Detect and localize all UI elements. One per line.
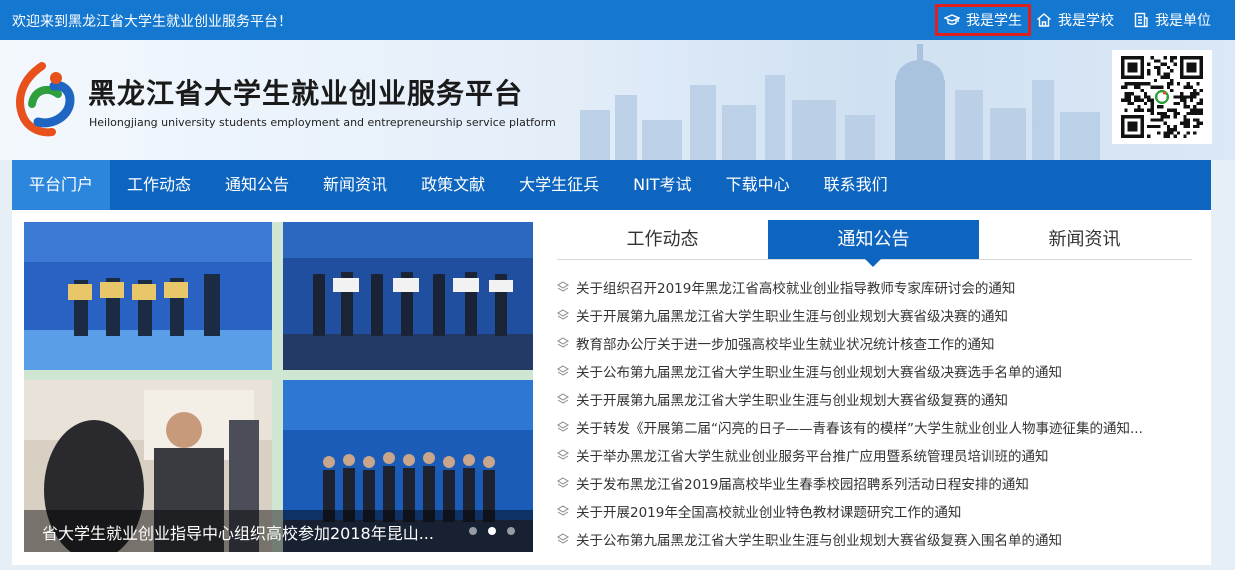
news-item[interactable]: 关于组织召开2019年黑龙江省高校就业创业指导教师专家库研讨会的通知 [557,273,1192,301]
tab-2[interactable]: 新闻资讯 [979,220,1190,259]
news-tabs: 工作动态 通知公告 新闻资讯 [557,220,1192,267]
qr-code-icon [1121,56,1203,138]
news-item[interactable]: 关于公布第九届黑龙江省大学生职业生涯与创业规划大赛省级复赛入围名单的通知 [557,525,1192,553]
news-item-title: 教育部办公厅关于进一步加强高校毕业生就业状况统计核查工作的通知 [576,337,995,353]
school-link-label: 我是学校 [1058,13,1114,29]
building-document-icon [1134,12,1148,28]
photo-slider[interactable]: 省大学生就业创业指导中心组织高校参加2018年昆山... [24,222,533,552]
news-item[interactable]: 教育部办公厅关于进一步加强高校毕业生就业状况统计核查工作的通知 [557,329,1192,357]
news-item-title: 关于组织召开2019年黑龙江省高校就业创业指导教师专家库研讨会的通知 [576,281,1016,297]
diamond-bullet-icon [557,365,569,376]
city-skyline-illustration [580,44,1100,160]
top-bar: 欢迎来到黑龙江省大学生就业创业服务平台！ 我是学生 我是学校 我是单位 [0,0,1235,40]
student-link[interactable]: 我是学生 [935,4,1031,36]
diamond-bullet-icon [557,477,569,488]
nav-item-2[interactable]: 通知公告 [208,160,306,210]
diamond-bullet-icon [557,533,569,544]
nav-item-6[interactable]: NIT考试 [616,160,708,210]
nav-item-1[interactable]: 工作动态 [110,160,208,210]
diamond-bullet-icon [557,309,569,320]
news-item[interactable]: 关于开展2019年全国高校就业创业特色教材课题研究工作的通知 [557,497,1192,525]
slider-dot[interactable] [469,527,477,535]
news-item-title: 关于转发《开展第二届“闪亮的日子——青春该有的模样”大学生就业创业人物事迹征集的… [576,421,1143,437]
slider-caption-bar: 省大学生就业创业指导中心组织高校参加2018年昆山... [24,510,533,552]
site-header: 黑龙江省大学生就业创业服务平台 Heilongjiang university … [0,40,1235,160]
student-link-label: 我是学生 [966,13,1022,29]
news-item[interactable]: 关于开展第九届黑龙江省大学生职业生涯与创业规划大赛省级复赛的通知 [557,385,1192,413]
school-house-icon [1037,13,1051,27]
nav-item-3[interactable]: 新闻资讯 [306,160,404,210]
news-item-title: 关于发布黑龙江省2019届高校毕业生春季校园招聘系列活动日程安排的通知 [576,477,1029,493]
slider-caption[interactable]: 省大学生就业创业指导中心组织高校参加2018年昆山... [42,520,442,544]
site-subtitle: Heilongjiang university students employm… [89,116,556,129]
school-link[interactable]: 我是学校 [1030,4,1120,36]
site-title: 黑龙江省大学生就业创业服务平台 [88,77,524,110]
qr-code [1112,50,1212,144]
diamond-bullet-icon [557,449,569,460]
slide-photo-group-certificates [283,222,533,370]
diamond-bullet-icon [557,505,569,516]
slider-dot[interactable] [507,527,515,535]
news-item-title: 关于开展第九届黑龙江省大学生职业生涯与创业规划大赛省级复赛的通知 [576,393,1008,409]
slide-photo-award-stage [24,222,272,370]
employer-link-label: 我是单位 [1155,13,1211,29]
diamond-bullet-icon [557,337,569,348]
employer-link[interactable]: 我是单位 [1127,4,1217,36]
welcome-text: 欢迎来到黑龙江省大学生就业创业服务平台！ [12,14,292,30]
news-item[interactable]: 关于发布黑龙江省2019届高校毕业生春季校园招聘系列活动日程安排的通知 [557,469,1192,497]
nav-item-7[interactable]: 下载中心 [709,160,807,210]
news-item[interactable]: 关于转发《开展第二届“闪亮的日子——青春该有的模样”大学生就业创业人物事迹征集的… [557,413,1192,441]
nav-item-8[interactable]: 联系我们 [807,160,905,210]
diamond-bullet-icon [557,421,569,432]
diamond-bullet-icon [557,281,569,292]
slider-dot[interactable] [488,527,496,535]
news-item[interactable]: 关于公布第九届黑龙江省大学生职业生涯与创业规划大赛省级决赛选手名单的通知 [557,357,1192,385]
news-item-title: 关于举办黑龙江省大学生就业创业服务平台推广应用暨系统管理员培训班的通知 [576,449,1049,465]
news-item-title: 关于公布第九届黑龙江省大学生职业生涯与创业规划大赛省级复赛入围名单的通知 [576,533,1062,549]
news-item-title: 关于开展2019年全国高校就业创业特色教材课题研究工作的通知 [576,505,962,521]
news-item-title: 关于开展第九届黑龙江省大学生职业生涯与创业规划大赛省级决赛的通知 [576,309,1008,325]
nav-item-0[interactable]: 平台门户 [12,160,111,210]
news-list: 关于组织召开2019年黑龙江省高校就业创业指导教师专家库研讨会的通知 关于开展第九… [557,273,1192,553]
tab-0[interactable]: 工作动态 [557,220,768,259]
platform-logo-icon [16,62,75,137]
tab-1[interactable]: 通知公告 [768,220,979,267]
news-item[interactable]: 关于举办黑龙江省大学生就业创业服务平台推广应用暨系统管理员培训班的通知 [557,441,1192,469]
nav-item-4[interactable]: 政策文献 [404,160,502,210]
slider-dots [469,527,515,535]
main-nav: 平台门户 工作动态 通知公告 新闻资讯 政策文献 大学生征兵 NIT考试 下载中心 联系我们 [12,160,1211,210]
diamond-bullet-icon [557,393,569,404]
nav-item-5[interactable]: 大学生征兵 [502,160,616,210]
main-content: 省大学生就业创业指导中心组织高校参加2018年昆山... 工作动态 通知公告 新闻资… [12,210,1211,565]
news-item[interactable]: 关于开展第九届黑龙江省大学生职业生涯与创业规划大赛省级决赛的通知 [557,301,1192,329]
news-item-title: 关于公布第九届黑龙江省大学生职业生涯与创业规划大赛省级决赛选手名单的通知 [576,365,1062,381]
graduate-cap-icon [944,14,960,25]
